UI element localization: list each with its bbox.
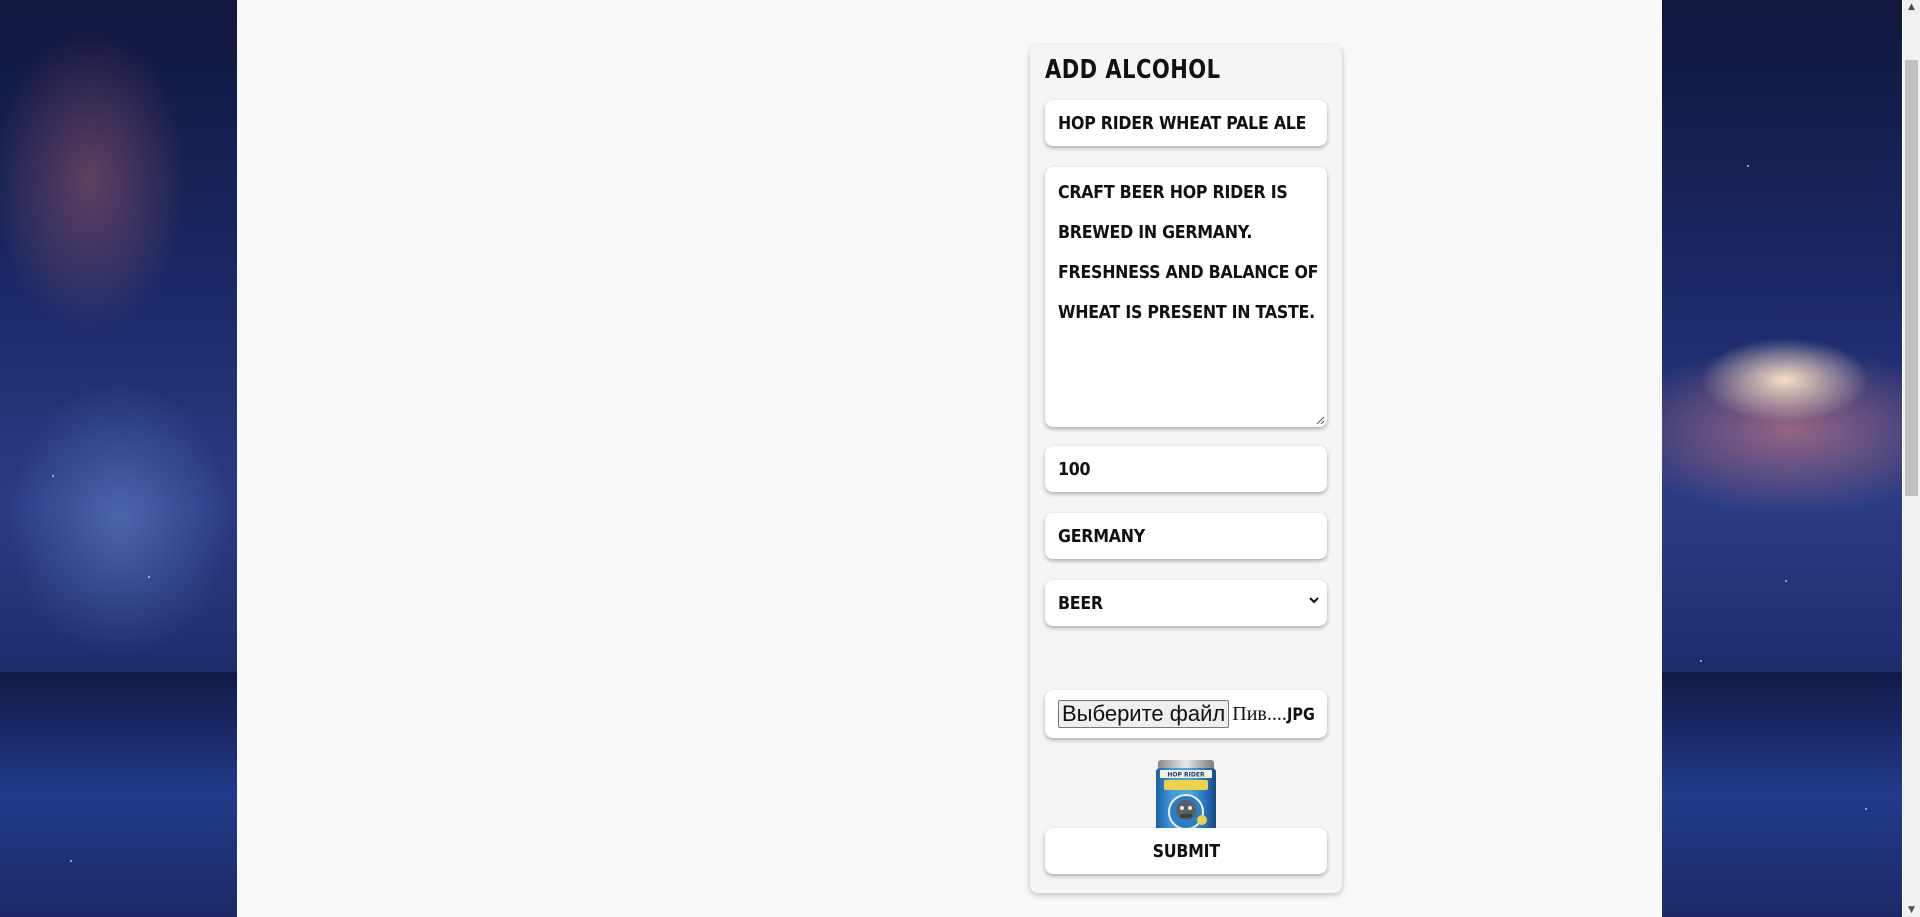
category-select[interactable]: BEER bbox=[1045, 580, 1327, 626]
add-alcohol-form: ADD ALCOHOL HOP RIDER WHEAT PALE ALE CRA… bbox=[1030, 45, 1342, 893]
category-select-value: BEER bbox=[1058, 592, 1103, 614]
file-name-extension: JPG bbox=[1286, 704, 1315, 725]
scrollbar-thumb[interactable] bbox=[1905, 60, 1918, 496]
file-name-prefix: Пив.... bbox=[1232, 702, 1287, 725]
submit-button[interactable]: SUBMIT bbox=[1045, 828, 1327, 874]
resize-grip-icon[interactable] bbox=[1315, 415, 1325, 425]
name-input-value: HOP RIDER WHEAT PALE ALE bbox=[1058, 112, 1307, 134]
scroll-down-arrow-icon[interactable]: ▼ bbox=[1903, 903, 1920, 917]
form-title: ADD ALCOHOL bbox=[1045, 55, 1221, 85]
country-input-value: GERMANY bbox=[1058, 525, 1145, 547]
page-content: ADD ALCOHOL HOP RIDER WHEAT PALE ALE CRA… bbox=[237, 0, 1662, 917]
image-file-input[interactable]: Выберите файл Пив....JPG bbox=[1045, 690, 1327, 738]
scroll-up-arrow-icon[interactable]: ▲ bbox=[1903, 0, 1920, 14]
name-input[interactable]: HOP RIDER WHEAT PALE ALE bbox=[1045, 100, 1327, 146]
description-textarea-value: CRAFT BEER HOP RIDER IS BREWED IN GERMAN… bbox=[1058, 182, 1319, 323]
choose-file-button[interactable]: Выберите файл bbox=[1058, 700, 1230, 728]
price-input[interactable]: 100 bbox=[1045, 446, 1327, 492]
selected-file-name: Пив....JPG bbox=[1232, 703, 1319, 726]
page-scrollbar[interactable]: ▲ ▼ bbox=[1903, 0, 1920, 917]
price-input-value: 100 bbox=[1058, 458, 1091, 480]
submit-button-label: SUBMIT bbox=[1152, 840, 1220, 862]
chevron-down-icon bbox=[1309, 597, 1319, 604]
country-input[interactable]: GERMANY bbox=[1045, 513, 1327, 559]
description-textarea[interactable]: CRAFT BEER HOP RIDER IS BREWED IN GERMAN… bbox=[1045, 167, 1327, 427]
preview-can-label: HOP RIDER bbox=[1167, 772, 1205, 779]
